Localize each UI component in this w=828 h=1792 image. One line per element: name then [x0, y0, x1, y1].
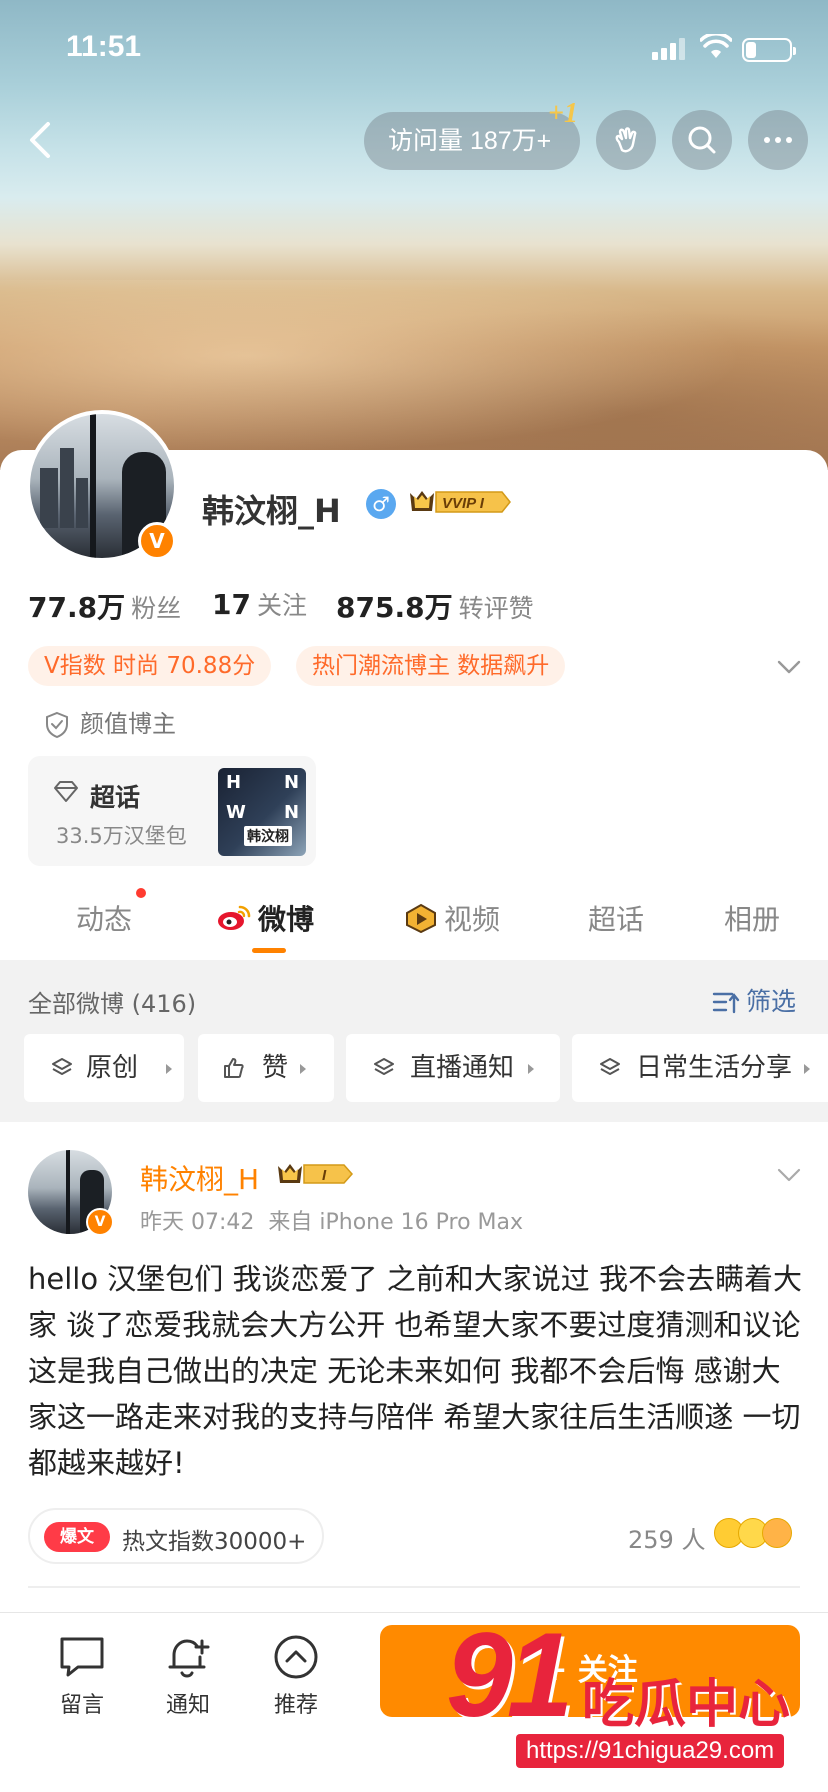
more-options-button[interactable]: [748, 110, 808, 170]
identity-row: 颜值博主: [44, 704, 176, 739]
watermark-logo-text: 吃瓜中心: [582, 1675, 791, 1735]
diamond-icon: [54, 781, 78, 802]
hot-post-pill[interactable]: 爆文 热文指数30000+: [28, 1508, 324, 1564]
layers-icon: [374, 1058, 394, 1075]
message-icon: [60, 1637, 104, 1677]
chevron-down-icon[interactable]: [774, 652, 804, 682]
tab-videos[interactable]: 视频: [404, 898, 500, 938]
tab-album[interactable]: 相册: [724, 898, 780, 938]
search-icon: [688, 126, 716, 154]
chip-liked-label: 赞: [262, 1053, 289, 1083]
chip-live-notice[interactable]: 直播通知: [346, 1034, 560, 1102]
vvip-label: VVIP I: [442, 495, 485, 512]
male-gender-icon: ♂: [366, 489, 396, 519]
chip-liked[interactable]: 赞: [198, 1034, 334, 1102]
filter-button[interactable]: 筛选: [712, 982, 796, 1018]
post-verified-badge: V: [86, 1208, 114, 1236]
caret-right-icon: [804, 1064, 810, 1074]
hot-index-text: 热文指数30000+: [122, 1529, 307, 1555]
chevron-up-circle-icon: [274, 1635, 318, 1679]
wifi-icon: [700, 34, 732, 58]
tab-dynamics[interactable]: 动态: [76, 898, 132, 938]
filter-label: 筛选: [746, 987, 797, 1016]
visit-plus-badge: +1: [548, 98, 578, 129]
post-body: hello 汉堡包们 我谈恋爱了 之前和大家说过 我不会去瞒着大家 谈了恋爱我就…: [28, 1262, 802, 1480]
chip-original-label: 原创: [86, 1053, 139, 1083]
vvip-badge[interactable]: VVIP I: [406, 487, 512, 517]
post-source: 来自 iPhone 16 Pro Max: [268, 1210, 524, 1235]
profile-username: 韩汶栩_H: [202, 492, 341, 530]
post-author-name[interactable]: 韩汶栩_H: [140, 1158, 259, 1198]
feed-filter-area: 全部微博 (416) 筛选 原创 赞 直播通知 日常生活分享: [0, 960, 828, 1122]
super-topic-members: 33.5万汉堡包: [56, 824, 187, 848]
filter-icon: [712, 992, 740, 1014]
engagement-count: 875.8万: [336, 591, 453, 624]
shield-check-icon: [46, 711, 68, 739]
super-topic-thumbnail: H N W N 韩汶栩: [218, 768, 306, 856]
status-bar: 11:51: [0, 0, 828, 96]
active-tab-indicator: [252, 948, 286, 953]
recommend-label: 推荐: [273, 1693, 318, 1718]
followers-count: 77.8万: [28, 591, 126, 624]
caret-right-icon: [166, 1064, 172, 1074]
chip-daily-life[interactable]: 日常生活分享: [572, 1034, 828, 1102]
watermark-url: https://91chigua29.com: [516, 1734, 785, 1768]
following-stat[interactable]: 17 关注: [212, 586, 307, 622]
chip-original[interactable]: 原创: [24, 1034, 184, 1102]
post-menu-chevron-icon[interactable]: [774, 1160, 804, 1190]
weibo-logo-icon: [218, 905, 251, 930]
v-index-tag[interactable]: V指数 时尚 70.88分: [28, 646, 272, 686]
notify-button[interactable]: 通知: [148, 1633, 228, 1719]
caret-right-icon: [528, 1064, 534, 1074]
reaction-count[interactable]: 259 人: [628, 1520, 705, 1555]
post-divider: [28, 1586, 800, 1588]
all-posts-count[interactable]: 全部微博 (416): [28, 984, 196, 1019]
engagement-stat[interactable]: 875.8万 转评赞: [336, 586, 534, 626]
battery-icon: [742, 38, 796, 62]
super-topic-card[interactable]: 超话 33.5万汉堡包 H N W N 韩汶栩: [28, 756, 316, 866]
back-arrow-icon[interactable]: [18, 116, 66, 164]
message-button[interactable]: 留言: [42, 1633, 122, 1719]
super-topic-title: 超话: [90, 783, 141, 812]
site-watermark: 91 吃瓜中心 https://91chigua29.com: [446, 1608, 816, 1776]
post-time: 昨天 07:42: [140, 1210, 255, 1235]
vip-crown-badge[interactable]: I: [276, 1160, 354, 1188]
video-play-icon: [406, 903, 436, 934]
chip-daily-life-label: 日常生活分享: [636, 1053, 793, 1083]
profile-tabs: 动态 微博 视频 超话 相册: [0, 880, 828, 958]
tab-super-topic[interactable]: 超话: [588, 898, 644, 938]
recommend-button[interactable]: 推荐: [256, 1633, 336, 1719]
followers-stat[interactable]: 77.8万 粉丝: [28, 586, 181, 626]
post-meta: 昨天 07:42 来自 iPhone 16 Pro Max: [140, 1204, 523, 1236]
followers-label: 粉丝: [131, 594, 182, 623]
caret-right-icon: [300, 1064, 306, 1074]
message-label: 留言: [59, 1693, 104, 1718]
status-time: 11:51: [66, 30, 142, 63]
verified-v-badge: V: [138, 522, 176, 560]
bell-plus-icon: [168, 1639, 210, 1678]
wink-emoji-icon: [762, 1518, 792, 1548]
tab-weibo[interactable]: 微博: [216, 898, 314, 938]
tab-videos-label: 视频: [444, 903, 501, 936]
cellular-signal-icon: [652, 38, 688, 60]
engagement-label: 转评赞: [458, 594, 534, 623]
search-button[interactable]: [672, 110, 732, 170]
thumbs-up-icon: [224, 1058, 244, 1078]
hot-blogger-tag[interactable]: 热门潮流博主 数据飙升: [296, 646, 566, 686]
chip-live-notice-label: 直播通知: [410, 1053, 515, 1083]
unread-dot: [136, 888, 146, 898]
greeting-hand-button[interactable]: [596, 110, 656, 170]
identity-label: 颜值博主: [80, 710, 176, 738]
notify-label: 通知: [165, 1693, 210, 1718]
layers-icon: [52, 1058, 72, 1075]
hot-post-badge: 爆文: [44, 1522, 110, 1552]
more-dots-icon: [764, 137, 792, 143]
visit-count-label: 访问量 187万+: [388, 127, 552, 155]
watermark-logo-number: 91: [446, 1608, 574, 1742]
following-label: 关注: [256, 591, 307, 620]
hand-wave-icon: [615, 127, 637, 153]
layers-icon: [600, 1058, 620, 1075]
following-count: 17: [212, 588, 251, 621]
tab-weibo-label: 微博: [258, 903, 315, 936]
